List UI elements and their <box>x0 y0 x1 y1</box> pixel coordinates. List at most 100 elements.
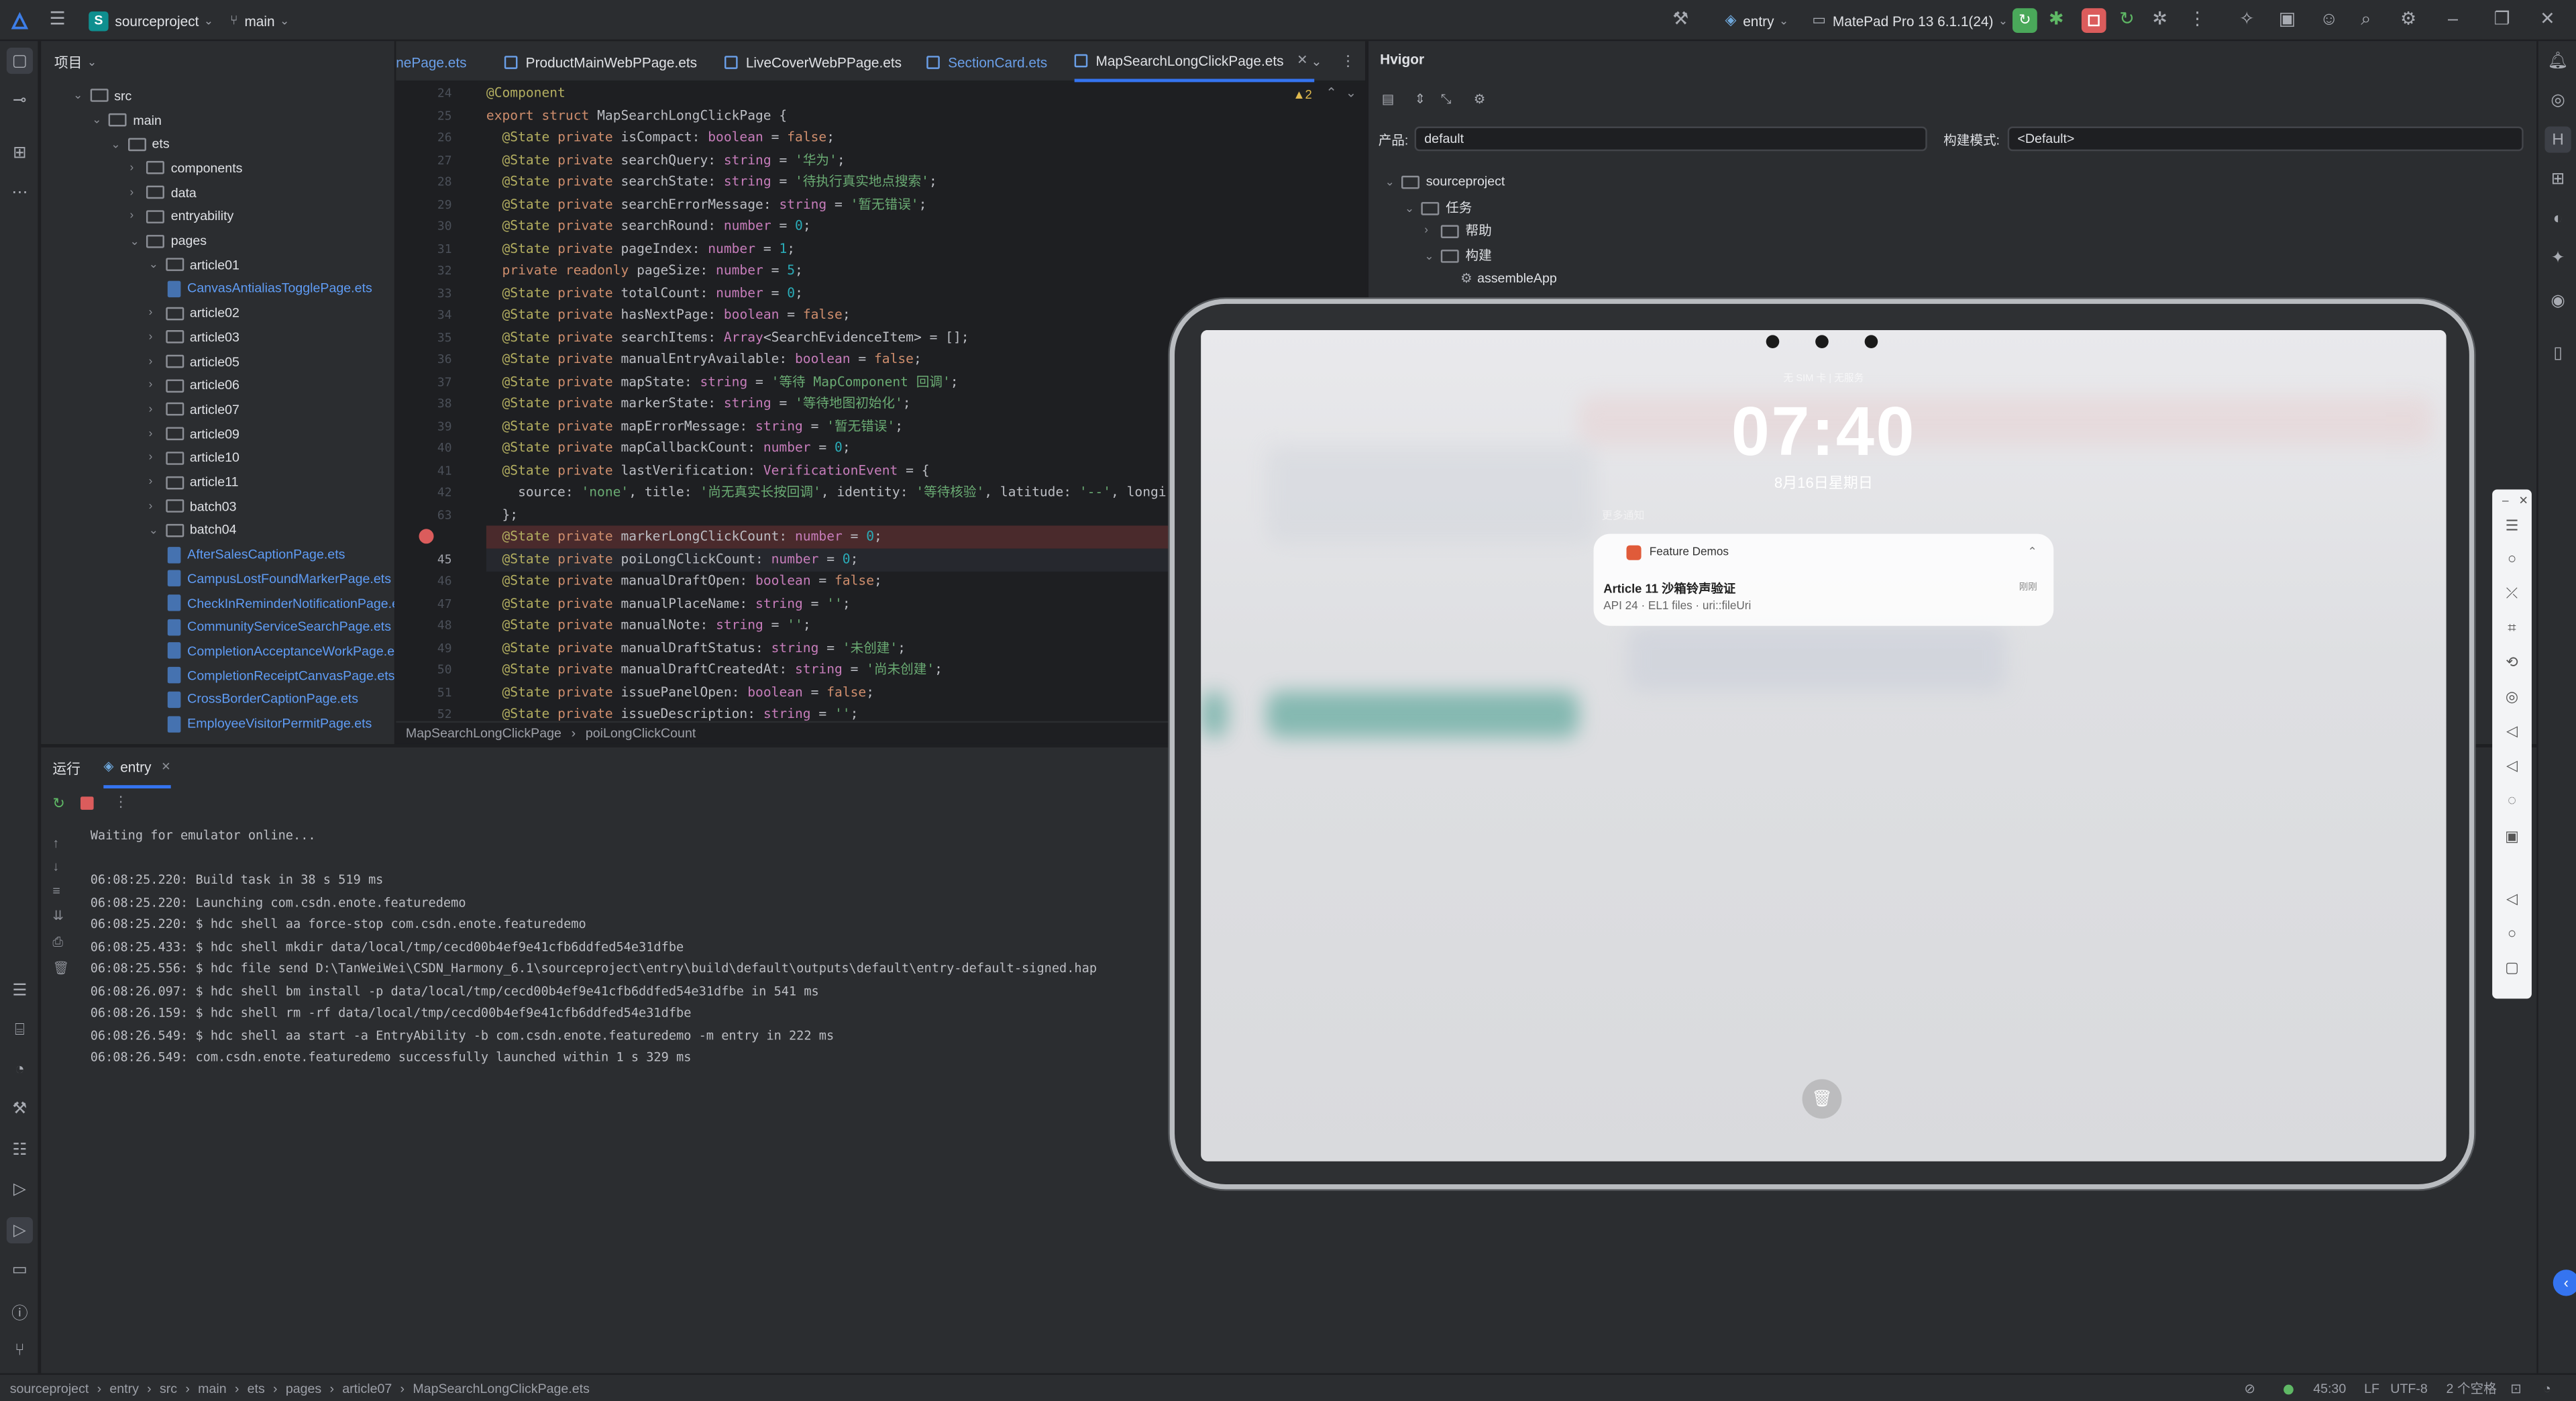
terminal-tool-icon[interactable]: ▭ <box>7 1257 33 1283</box>
notifications-icon[interactable]: 🔔︎ <box>2545 48 2571 74</box>
chevron-up-icon[interactable]: ⌃ <box>2027 546 2037 558</box>
tab-entry[interactable]: ◈ entry ✕ <box>103 747 171 789</box>
inspector-tool-icon[interactable]: ◉ <box>2545 287 2571 313</box>
hvigor-tree-tasks[interactable]: ⌄ 任务 <box>1405 199 1472 217</box>
line-number-gutter[interactable]: 24 25 26 27 28 29 30 31 32 33 34 35 36 37 38 39 40 41 42 63… <box>396 82 478 733</box>
status-breadcrumb-item[interactable]: article07 <box>342 1382 392 1396</box>
editor-tab[interactable]: LiveCoverWebPPage.ets <box>724 41 902 82</box>
hvigor-task-assembleapp[interactable]: ⚙ assembleApp <box>1460 271 1557 286</box>
todo-tool-icon[interactable]: ☷ <box>7 1137 33 1163</box>
location-icon[interactable]: ◎ <box>2502 686 2522 706</box>
chevron-right-icon[interactable]: › <box>129 162 146 174</box>
chevron-right-icon[interactable]: › <box>149 501 165 512</box>
project-selector[interactable]: S sourceproject ⌄ <box>89 0 213 41</box>
more-icon[interactable]: ⋮ <box>113 793 128 811</box>
chevron-down-icon[interactable]: ⌄ <box>129 234 146 247</box>
hvigor-tool-icon[interactable]: H <box>2544 126 2571 153</box>
cursor-position[interactable]: 45:30 <box>2313 1375 2346 1401</box>
tree-file-item[interactable]: CompletionReceiptCanvasPage.ets <box>167 663 394 687</box>
scroll-down-icon[interactable]: ↓ <box>52 859 59 874</box>
profiler-tool-icon[interactable]: ◔ <box>7 1056 33 1082</box>
services-tool-icon[interactable]: ▷ <box>7 1176 33 1202</box>
maximize-icon[interactable]: ❐ <box>2494 0 2510 41</box>
editor-tab-active[interactable]: MapSearchLongClickPage.ets ✕ <box>1074 41 1315 83</box>
project-tool-icon[interactable]: ▢ <box>6 47 33 74</box>
console-output[interactable]: Waiting for emulator online... 06:08:25.2… <box>91 823 1208 1365</box>
rotate-icon[interactable]: ⤫ <box>2502 583 2522 603</box>
tree-file-item[interactable]: CheckInReminderNotificationPage.ets <box>167 591 394 615</box>
tree-file-item[interactable]: CampusLostFoundMarkerPage.ets <box>167 567 391 591</box>
problems-tool-icon[interactable]: ⓘ <box>7 1298 33 1324</box>
close-window-icon[interactable]: ✕ <box>2540 0 2555 41</box>
minimize-icon[interactable]: – <box>2496 492 2515 512</box>
tree-folder-item[interactable]: ⌄ main <box>92 108 162 132</box>
run-tool-icon[interactable]: ▷ <box>6 1216 33 1244</box>
branch-selector[interactable]: ⑂ main ⌄ <box>230 0 289 41</box>
chevron-right-icon[interactable]: › <box>149 452 165 464</box>
apply-changes-icon[interactable]: ↻ <box>2119 0 2135 41</box>
app-logo-icon[interactable] <box>10 0 30 41</box>
tree-folder-item[interactable]: › article11 <box>149 470 239 495</box>
tree-folder-item[interactable]: ⌄ batch04 <box>149 519 237 543</box>
plugin-icon[interactable]: ✧ <box>2239 0 2255 41</box>
file-encoding[interactable]: UTF-8 <box>2390 1375 2428 1401</box>
recents-icon[interactable]: ▢ <box>2502 957 2522 977</box>
main-menu-icon[interactable]: ☰ <box>49 0 65 41</box>
tree-file-item[interactable]: CompletionAcceptanceWorkPage.ets <box>167 639 394 664</box>
more-tools-icon[interactable]: ⋯ <box>7 179 33 205</box>
tree-folder-item[interactable]: ⌄ pages <box>129 229 207 253</box>
status-breadcrumb-item[interactable]: pages <box>286 1382 321 1396</box>
tree-folder-item[interactable]: › article06 <box>149 374 239 398</box>
volume-up-icon[interactable]: ◁ <box>2502 721 2522 741</box>
collapse-icon[interactable]: ⤡ <box>1441 92 1452 108</box>
editor-tab[interactable]: nePage.ets <box>396 41 466 82</box>
expand-icon[interactable]: ⇕ <box>1415 92 1426 107</box>
chevron-down-icon[interactable]: ⌄ <box>92 113 108 126</box>
indent-setting[interactable]: 2 个空格 <box>2447 1375 2497 1401</box>
close-tab-icon[interactable]: ✕ <box>161 760 170 773</box>
project-panel-header[interactable]: 项目 ⌄ <box>41 41 394 82</box>
structure-tool-icon[interactable]: ⊞ <box>7 140 33 166</box>
product-select[interactable]: default <box>1414 126 1927 152</box>
readonly-lock-icon[interactable]: ⊡ <box>2510 1375 2521 1401</box>
soft-wrap-icon[interactable]: ≡ <box>52 884 60 898</box>
chevron-right-icon[interactable]: › <box>149 404 165 415</box>
record-icon[interactable]: ▣ <box>2502 826 2522 845</box>
volume-down-icon[interactable]: ◁ <box>2502 756 2522 775</box>
device-selector[interactable]: ▭ MatePad Pro 13 6.1.1(24) ⌄ <box>1812 0 2008 41</box>
database-tool-icon[interactable]: ⊞ <box>2545 166 2571 192</box>
tree-folder-item[interactable]: ⌄ src <box>73 84 131 108</box>
tree-file-item[interactable]: CanvasAntialiasTogglePage.ets <box>167 277 372 301</box>
tree-file-item[interactable]: CommunityServiceSearchPage.ets <box>167 615 391 639</box>
rerun-icon[interactable]: ↻ <box>52 795 64 813</box>
ai-tool-icon[interactable]: ✦ <box>2545 245 2571 271</box>
chevron-right-icon[interactable]: › <box>129 211 146 222</box>
attach-debugger-icon[interactable]: ✲ <box>2152 0 2167 41</box>
tree-file-item[interactable]: EmployeeVisitorPermitPage.ets <box>167 711 372 735</box>
chevron-right-icon[interactable]: › <box>129 187 146 198</box>
tab-list-chevron-icon[interactable]: ⌄ <box>1311 41 1322 82</box>
memory-indicator-icon[interactable]: ◔ <box>2543 1375 2551 1401</box>
device-manager-icon[interactable]: ▣ <box>2279 0 2296 41</box>
screenshot-icon[interactable]: ◌ <box>2502 790 2522 809</box>
tree-folder-item[interactable]: › article02 <box>149 301 239 325</box>
tree-folder-item[interactable]: › batch03 <box>149 495 237 519</box>
menu-icon[interactable]: ☰ <box>2502 516 2522 535</box>
breakpoint-icon[interactable] <box>419 529 434 544</box>
no-sync-icon[interactable]: ⊘ <box>2244 1375 2255 1401</box>
collapse-panel-chevron-icon[interactable]: ‹ <box>2553 1269 2576 1296</box>
emulator-screen[interactable]: 无 SIM 卡 | 无服务 07:40 8月16日星期日 更多通知 Featur… <box>1201 330 2447 1161</box>
power-icon[interactable]: ○ <box>2502 549 2522 568</box>
home-icon[interactable]: ○ <box>2502 923 2522 943</box>
chevron-right-icon[interactable]: › <box>149 476 165 488</box>
log-tool-icon[interactable]: ⌸ <box>7 1017 33 1043</box>
chevron-down-icon[interactable]: ⌄ <box>149 258 165 271</box>
editor-tab[interactable]: ProductMainWebPPage.ets <box>504 41 697 82</box>
status-breadcrumb-item[interactable]: main <box>198 1382 226 1396</box>
tree-file-item[interactable]: AfterSalesCaptionPage.ets <box>167 543 345 567</box>
settings-gear-icon[interactable]: ⚙ <box>2400 0 2416 41</box>
build-tool-icon[interactable]: ⚒ <box>7 1096 33 1122</box>
tree-folder-item[interactable]: › article09 <box>149 422 239 446</box>
more-actions-icon[interactable]: ⋮ <box>2188 0 2206 41</box>
print-icon[interactable]: ⎙ <box>52 935 63 951</box>
